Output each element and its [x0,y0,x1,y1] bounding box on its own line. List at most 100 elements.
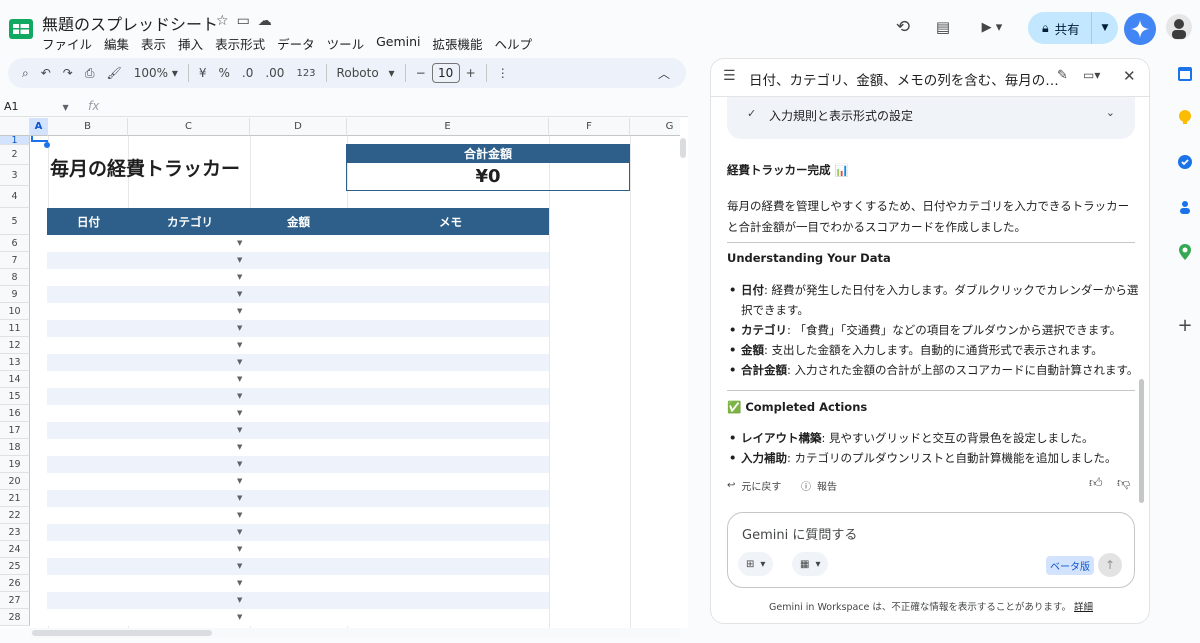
category-dropdown-icon[interactable]: ▼ [237,562,242,570]
row-header[interactable]: 1 [0,136,30,145]
row-header[interactable]: 28 [0,609,30,626]
column-header-a[interactable]: A [30,118,48,136]
spreadsheet-grid[interactable]: A B C D E F G 1 2 3 4 5 6 7 8 9 10 11 12 13 14 15 16 17 1… [0,118,680,628]
row-header[interactable]: 7 [0,252,30,269]
table-header-row[interactable]: 日付 カテゴリ 金額 メモ [47,208,549,235]
menu-insert[interactable]: 挿入 [178,34,209,53]
category-dropdown-icon[interactable]: ▼ [237,290,242,298]
row-header[interactable]: 11 [0,320,30,337]
horizontal-scrollbar[interactable] [30,628,680,638]
row-header[interactable]: 9 [0,286,30,303]
table-row[interactable]: ▼ [47,422,549,439]
maps-icon[interactable] [1174,241,1196,263]
row-header[interactable]: 8 [0,269,30,286]
menu-data[interactable]: データ [277,34,321,53]
menu-icon[interactable]: ☰ [723,68,736,84]
sheets-logo-icon[interactable] [8,16,34,42]
table-row[interactable]: ▼ [47,575,549,592]
add-addon-icon[interactable]: + [1174,314,1196,336]
category-dropdown-icon[interactable]: ▼ [237,392,242,400]
row-header[interactable]: 27 [0,592,30,609]
table-row[interactable]: ▼ [47,371,549,388]
row-header[interactable]: 13 [0,354,30,371]
table-row[interactable]: ▼ [47,388,549,405]
row-header[interactable]: 16 [0,405,30,422]
row-header[interactable]: 12 [0,337,30,354]
report-button[interactable]: ⓘ 報告 [801,478,837,493]
panel-layout-icon[interactable]: ▭▾ [1083,68,1100,82]
category-dropdown-icon[interactable]: ▼ [237,511,242,519]
redo-icon[interactable]: ↷ [63,66,73,80]
menu-view[interactable]: 表示 [141,34,172,53]
table-row[interactable]: ▼ [47,286,549,303]
table-row[interactable]: ▼ [47,490,549,507]
table-row[interactable]: ▼ [47,439,549,456]
calendar-icon[interactable] [1174,63,1196,85]
menu-edit[interactable]: 編集 [104,34,135,53]
column-header-b[interactable]: B [48,118,128,136]
table-row[interactable]: ▼ [47,524,549,541]
comments-icon[interactable]: ▤ [932,12,954,42]
row-header[interactable]: 2 [0,145,30,165]
share-dropdown-icon[interactable]: ▼ [1092,23,1118,33]
category-dropdown-icon[interactable]: ▼ [237,596,242,604]
scorecard[interactable]: 合計金額 ¥0 [346,144,630,191]
menu-gemini[interactable]: Gemini [376,34,426,53]
category-dropdown-icon[interactable]: ▼ [237,375,242,383]
row-header[interactable]: 10 [0,303,30,320]
row-header[interactable]: 21 [0,490,30,507]
row-header[interactable]: 25 [0,558,30,575]
print-icon[interactable]: ⎙ [85,66,95,81]
category-dropdown-icon[interactable]: ▼ [237,579,242,587]
row-header[interactable]: 14 [0,371,30,388]
category-dropdown-icon[interactable]: ▼ [237,545,242,553]
row-header[interactable]: 15 [0,388,30,405]
category-dropdown-icon[interactable]: ▼ [237,494,242,502]
add-data-button[interactable]: ▦ ▾ [792,552,829,576]
select-all-corner[interactable] [0,118,30,136]
chevron-down-icon[interactable]: ⌄ [1106,106,1115,119]
sheet-title[interactable]: 毎月の経費トラッカー [50,154,240,181]
font-size-decrease-icon[interactable]: − [416,66,426,80]
category-dropdown-icon[interactable]: ▼ [237,358,242,366]
category-dropdown-icon[interactable]: ▼ [237,341,242,349]
row-header[interactable]: 18 [0,439,30,456]
category-dropdown-icon[interactable]: ▼ [237,307,242,315]
category-dropdown-icon[interactable]: ▼ [237,426,242,434]
star-icon[interactable]: ☆ [216,13,229,29]
table-row[interactable]: ▼ [47,473,549,490]
fill-handle[interactable] [44,142,50,148]
row-header[interactable]: 17 [0,422,30,439]
keep-icon[interactable] [1174,106,1196,128]
gemini-prompt-input[interactable]: Gemini に質問する ⊞ ▾ ▦ ▾ ベータ版 ↑ [727,512,1135,588]
row-header[interactable]: 3 [0,165,30,186]
menu-tools[interactable]: ツール [327,34,371,53]
row-header[interactable]: 4 [0,186,30,208]
font-size-input[interactable]: 10 [431,63,460,83]
increase-decimal-button[interactable]: .00 [265,66,284,80]
column-header-d[interactable]: D [250,118,347,136]
category-dropdown-icon[interactable]: ▼ [237,460,242,468]
row-header[interactable]: 20 [0,473,30,490]
row-header[interactable]: 6 [0,235,30,252]
currency-format-button[interactable]: ¥ [199,66,207,80]
contacts-icon[interactable] [1174,196,1196,218]
table-row[interactable]: ▼ [47,354,549,371]
column-header-f[interactable]: F [549,118,630,136]
menu-help[interactable]: ヘルプ [495,34,539,53]
move-folder-icon[interactable]: ▭ [237,13,250,29]
insert-table-button[interactable]: ⊞ ▾ [738,552,774,576]
table-row[interactable]: ▼ [47,320,549,337]
table-row[interactable]: ▼ [47,592,549,609]
gemini-sparkle-button[interactable] [1124,13,1156,45]
row-header[interactable]: 22 [0,507,30,524]
category-dropdown-icon[interactable]: ▼ [237,528,242,536]
font-select[interactable]: Roboto ▾ [337,66,395,80]
column-header-e[interactable]: E [347,118,549,136]
row-header[interactable]: 24 [0,541,30,558]
category-dropdown-icon[interactable]: ▼ [237,256,242,264]
edit-prompt-icon[interactable]: ✎ [1057,68,1068,83]
meet-icon[interactable]: ▶ ▾ [975,12,1009,42]
table-row[interactable]: ▼ [47,405,549,422]
thumbs-up-icon[interactable]: 👍︎ [1089,476,1103,491]
